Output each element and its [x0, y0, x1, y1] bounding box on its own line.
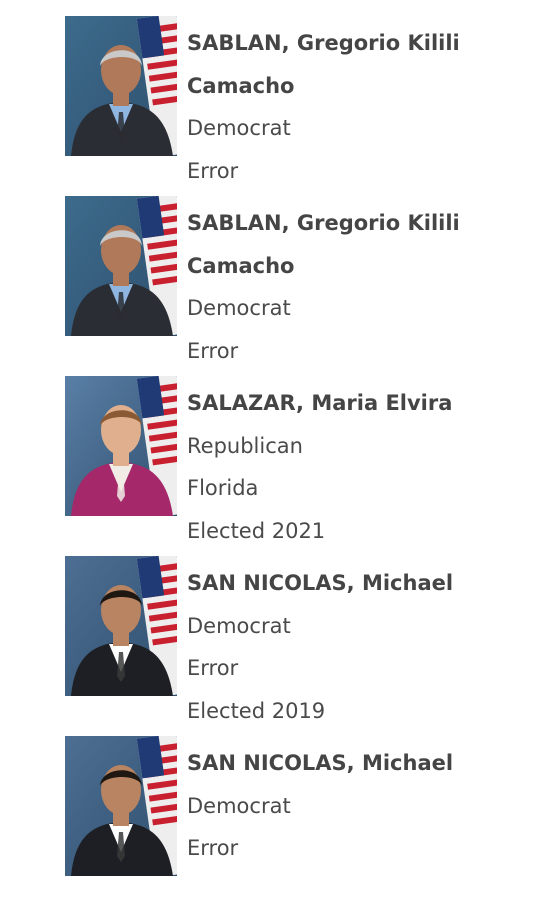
- member-photo[interactable]: [65, 16, 177, 156]
- member-party: Democrat: [187, 793, 291, 818]
- member-photo[interactable]: [65, 736, 177, 876]
- member-name[interactable]: SAN NICOLAS, Michael: [187, 562, 527, 605]
- portrait-image: [65, 196, 177, 336]
- member-party: Democrat: [187, 296, 291, 320]
- member-elected: Elected 2019: [187, 698, 326, 723]
- member-card[interactable]: SABLAN, Gregorio Kilili Camacho Democrat…: [65, 16, 535, 196]
- member-party: Republican: [187, 433, 303, 458]
- member-info: SABLAN, Gregorio Kilili Camacho Democrat…: [187, 22, 527, 192]
- portrait-image: [65, 16, 177, 156]
- portrait-image: [65, 736, 177, 876]
- member-card[interactable]: SAN NICOLAS, Michael Democrat Error Elec…: [65, 556, 535, 736]
- portrait-image: [65, 376, 177, 516]
- member-state: Error: [187, 836, 239, 860]
- member-name[interactable]: SABLAN, Gregorio Kilili Camacho: [187, 202, 527, 287]
- member-info: SABLAN, Gregorio Kilili Camacho Democrat…: [187, 202, 527, 372]
- member-card[interactable]: SALAZAR, Maria Elvira Republican Florida…: [65, 376, 535, 556]
- member-photo[interactable]: [65, 556, 177, 696]
- member-card[interactable]: SAN NICOLAS, Michael Democrat Error: [65, 736, 535, 916]
- member-info: SAN NICOLAS, Michael Democrat Error Elec…: [187, 562, 527, 732]
- member-elected: Elected 2021: [187, 518, 326, 543]
- member-state: Florida: [187, 476, 259, 500]
- member-name[interactable]: SALAZAR, Maria Elvira: [187, 382, 527, 425]
- member-photo[interactable]: [65, 196, 177, 336]
- portrait-image: [65, 556, 177, 696]
- member-list: SABLAN, Gregorio Kilili Camacho Democrat…: [65, 16, 535, 916]
- member-info: SAN NICOLAS, Michael Democrat Error: [187, 742, 527, 870]
- member-name[interactable]: SAN NICOLAS, Michael: [187, 742, 527, 785]
- member-state: Error: [187, 158, 239, 183]
- member-photo[interactable]: [65, 376, 177, 516]
- member-info: SALAZAR, Maria Elvira Republican Florida…: [187, 382, 527, 552]
- member-party: Democrat: [187, 116, 291, 140]
- member-card[interactable]: SABLAN, Gregorio Kilili Camacho Democrat…: [65, 196, 535, 376]
- member-state: Error: [187, 338, 239, 363]
- member-name[interactable]: SABLAN, Gregorio Kilili Camacho: [187, 22, 527, 107]
- member-state: Error: [187, 656, 239, 680]
- member-party: Democrat: [187, 613, 291, 638]
